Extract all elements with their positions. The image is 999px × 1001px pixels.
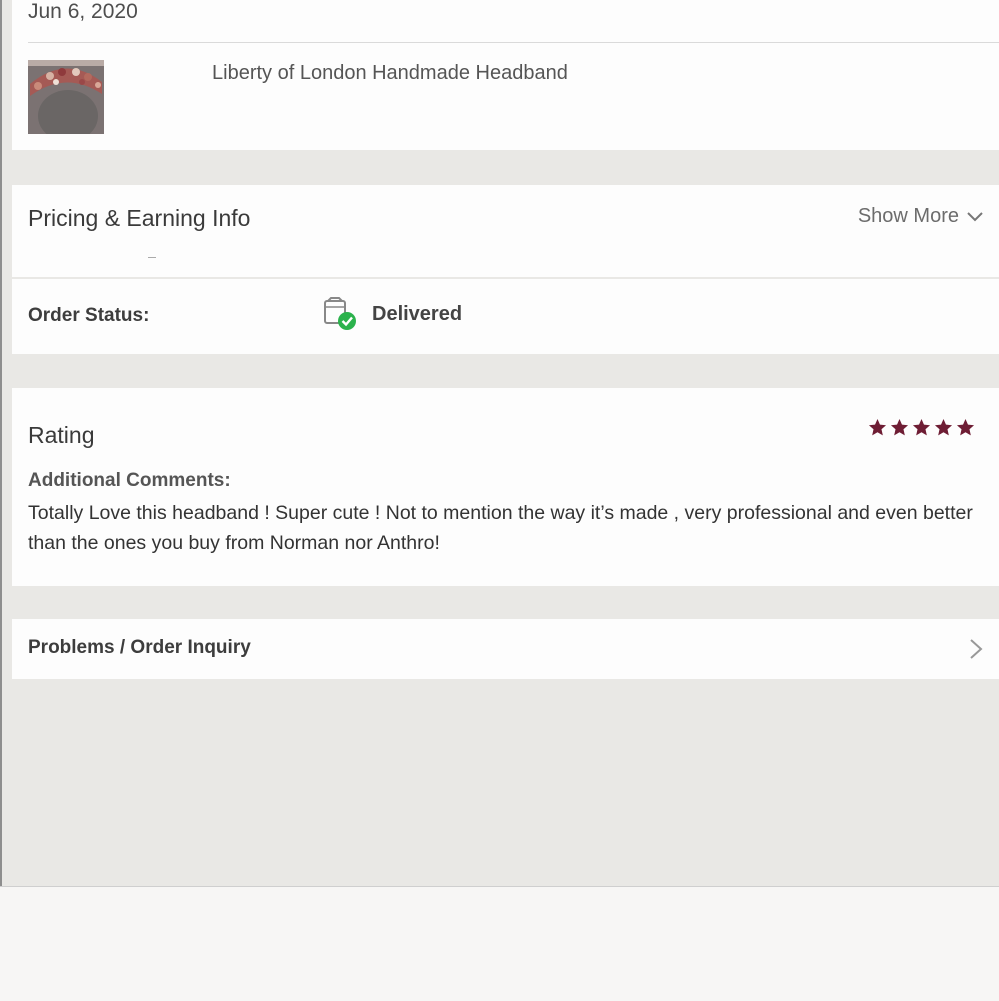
- show-more-button[interactable]: Show More: [858, 205, 983, 228]
- item-thumbnail[interactable]: [28, 60, 104, 134]
- additional-comments-label: Additional Comments:: [28, 470, 231, 491]
- chevron-right-icon: [970, 639, 983, 659]
- order-status-value: Delivered: [372, 303, 463, 325]
- star-icon: [912, 418, 931, 436]
- star-icon: [956, 418, 975, 436]
- additional-comments-text: Totally Love this headband ! Super cute …: [28, 502, 973, 554]
- problems-order-inquiry-label: Problems / Order Inquiry: [28, 637, 251, 658]
- star-icon: [868, 418, 887, 436]
- order-date: Jun 6, 2020: [28, 0, 138, 23]
- item-title[interactable]: Liberty of London Handmade Headband: [212, 62, 568, 85]
- divider: [28, 42, 999, 43]
- order-details-screen: Jun 6, 2020 Liberty of London Handmade H…: [0, 0, 999, 886]
- pricing-earning-card: Pricing & Earning Info Show More: [12, 185, 999, 277]
- star-rating: [868, 418, 975, 437]
- headband-photo-icon: [28, 60, 104, 134]
- problems-order-inquiry-row[interactable]: Problems / Order Inquiry: [12, 619, 999, 679]
- pricing-title: Pricing & Earning Info: [28, 205, 251, 231]
- show-more-label: Show More: [857, 205, 959, 227]
- pricing-placeholder-dash: [148, 257, 156, 258]
- rating-card: Rating Additional Comments: Totally Love…: [12, 388, 999, 586]
- delivered-box-check-icon: [324, 297, 356, 330]
- bottom-blank-area: [0, 886, 999, 1001]
- chevron-down-icon: [967, 211, 983, 221]
- order-status-card: Order Status: Delivered: [12, 279, 999, 354]
- order-status-label: Order Status:: [28, 305, 150, 326]
- star-icon: [890, 418, 909, 436]
- rating-title: Rating: [28, 422, 95, 448]
- star-icon: [934, 418, 953, 436]
- order-item-card: Jun 6, 2020 Liberty of London Handmade H…: [12, 0, 999, 150]
